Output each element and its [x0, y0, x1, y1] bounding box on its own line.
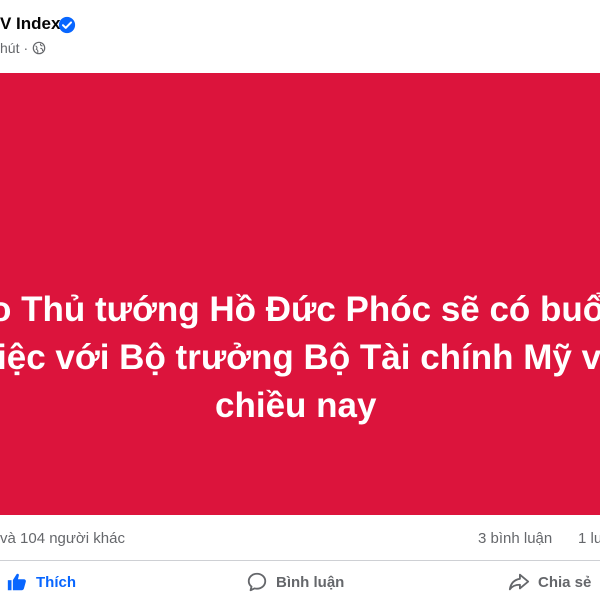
comment-bubble-icon: [247, 572, 267, 592]
headline-line-2: iệc với Bộ trưởng Bộ Tài chính Mỹ và: [0, 338, 600, 377]
comment-button[interactable]: Bình luận: [246, 567, 344, 597]
headline-line-3: chiều nay: [215, 386, 377, 425]
reactions-bar: và 104 người khác 3 bình luận 1 lư: [0, 516, 600, 561]
share-arrow-icon: [508, 573, 530, 591]
author-name[interactable]: V Index: [0, 14, 60, 34]
post-header: V Index hút ·: [0, 0, 600, 72]
globe-icon[interactable]: [32, 41, 46, 55]
verified-badge-icon: [58, 16, 76, 34]
post-image[interactable]: o Thủ tướng Hồ Đức Phóc sẽ có buổi l iệc…: [0, 73, 600, 515]
thumbs-up-icon: [7, 573, 26, 591]
like-label: Thích: [36, 573, 76, 591]
meta-separator: ·: [23, 40, 29, 56]
share-button[interactable]: Chia sẻ: [508, 567, 591, 597]
headline-line-1: o Thủ tướng Hồ Đức Phóc sẽ có buổi l: [0, 290, 600, 329]
comment-label: Bình luận: [276, 573, 345, 591]
post-meta: hút ·: [0, 40, 46, 56]
share-label: Chia sẻ: [538, 573, 592, 591]
actions-bar: Thích Bình luận Chia sẻ: [0, 561, 600, 600]
post-time[interactable]: hút: [0, 40, 19, 56]
reactions-summary[interactable]: và 104 người khác: [0, 530, 125, 547]
like-button[interactable]: Thích: [6, 567, 76, 597]
comments-count[interactable]: 3 bình luận: [478, 530, 552, 547]
shares-count[interactable]: 1 lư: [578, 530, 600, 547]
